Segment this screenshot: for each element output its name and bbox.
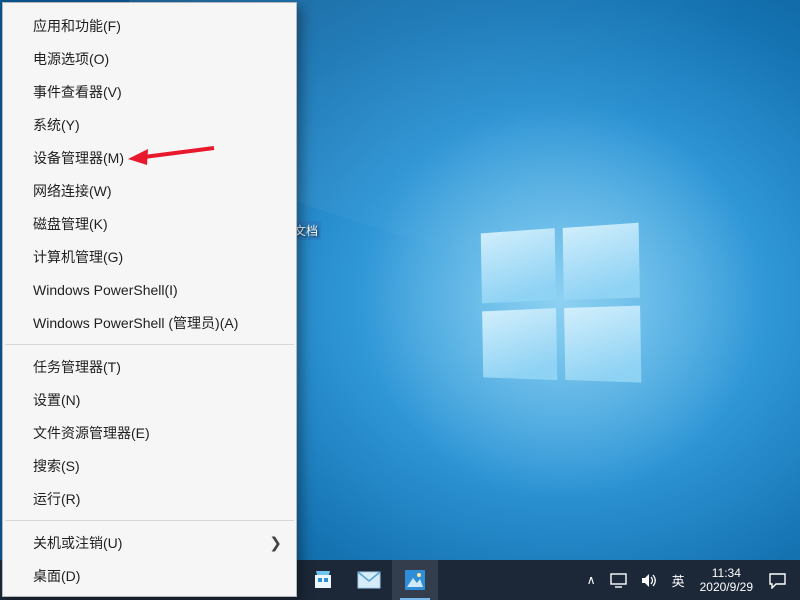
menu-item-power-options[interactable]: 电源选项(O): [3, 42, 296, 75]
windows-logo: [480, 222, 644, 386]
mail-icon[interactable]: [346, 560, 392, 600]
menu-item-label: 系统(Y): [33, 115, 80, 135]
menu-item-search[interactable]: 搜索(S): [3, 449, 296, 482]
menu-item-powershell-admin[interactable]: Windows PowerShell (管理员)(A): [3, 306, 296, 339]
menu-item-label: 设置(N): [33, 390, 80, 410]
system-tray: ∧ 英 11:34 2020/9/29: [580, 560, 800, 600]
menu-item-label: 计算机管理(G): [33, 247, 123, 267]
chevron-right-icon: ❯: [269, 534, 282, 552]
tray-chevron-up-icon[interactable]: ∧: [580, 560, 603, 600]
menu-item-computer-management[interactable]: 计算机管理(G): [3, 240, 296, 273]
menu-item-apps-and-features[interactable]: 应用和功能(F): [3, 9, 296, 42]
menu-item-label: 网络连接(W): [33, 181, 112, 201]
menu-item-label: 桌面(D): [33, 566, 80, 586]
menu-item-label: 搜索(S): [33, 456, 80, 476]
action-center-icon[interactable]: [761, 560, 794, 600]
tray-input-language[interactable]: 英: [665, 560, 692, 600]
menu-item-label: 磁盘管理(K): [33, 214, 108, 234]
menu-item-label: 运行(R): [33, 489, 80, 509]
menu-item-label: 设备管理器(M): [33, 148, 124, 168]
menu-item-label: 电源选项(O): [33, 49, 109, 69]
menu-item-label: 文件资源管理器(E): [33, 423, 150, 443]
menu-item-network-connections[interactable]: 网络连接(W): [3, 174, 296, 207]
tray-time: 11:34: [712, 566, 741, 580]
tray-display-icon[interactable]: [603, 560, 634, 600]
menu-item-powershell[interactable]: Windows PowerShell(I): [3, 273, 296, 306]
menu-item-desktop[interactable]: 桌面(D): [3, 559, 296, 592]
menu-item-label: 关机或注销(U): [33, 533, 122, 553]
store-icon[interactable]: [300, 560, 346, 600]
menu-item-run[interactable]: 运行(R): [3, 482, 296, 515]
menu-item-device-manager[interactable]: 设备管理器(M): [3, 141, 296, 174]
tray-clock[interactable]: 11:34 2020/9/29: [692, 560, 761, 600]
menu-item-label: Windows PowerShell(I): [33, 282, 178, 298]
menu-item-task-manager[interactable]: 任务管理器(T): [3, 350, 296, 383]
menu-item-file-explorer[interactable]: 文件资源管理器(E): [3, 416, 296, 449]
menu-item-label: 应用和功能(F): [33, 16, 121, 36]
menu-separator: [5, 520, 294, 521]
menu-item-label: Windows PowerShell (管理员)(A): [33, 313, 238, 333]
menu-item-shutdown-signout[interactable]: 关机或注销(U) ❯: [3, 526, 296, 559]
menu-separator: [5, 344, 294, 345]
menu-item-settings[interactable]: 设置(N): [3, 383, 296, 416]
menu-item-event-viewer[interactable]: 事件查看器(V): [3, 75, 296, 108]
taskbar-app-icons: [300, 560, 438, 600]
menu-item-label: 任务管理器(T): [33, 357, 121, 377]
menu-item-label: 事件查看器(V): [33, 82, 122, 102]
tray-date: 2020/9/29: [700, 580, 753, 594]
photos-icon[interactable]: [392, 560, 438, 600]
menu-item-disk-management[interactable]: 磁盘管理(K): [3, 207, 296, 240]
tray-volume-icon[interactable]: [634, 560, 665, 600]
winx-context-menu: 应用和功能(F) 电源选项(O) 事件查看器(V) 系统(Y) 设备管理器(M)…: [2, 2, 297, 597]
menu-item-system[interactable]: 系统(Y): [3, 108, 296, 141]
